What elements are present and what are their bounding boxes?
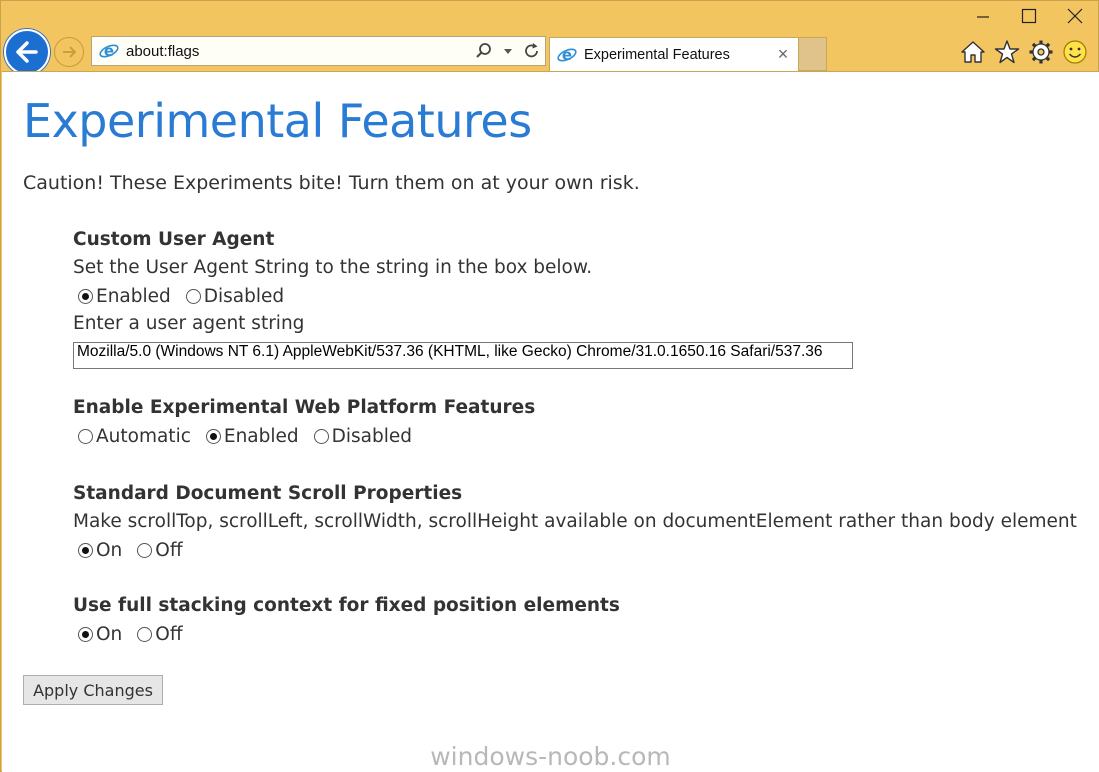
address-bar[interactable]: e about:flags (91, 36, 546, 66)
address-url[interactable]: about:flags (126, 43, 473, 60)
radio-on[interactable]: On (73, 540, 122, 561)
feedback-button[interactable] (1060, 37, 1090, 67)
maximize-icon (1021, 8, 1037, 24)
radio-label: Disabled (203, 285, 285, 307)
new-tab-button[interactable] (799, 37, 827, 71)
radio-disabled[interactable]: Disabled (309, 426, 412, 447)
radio-label: Off (155, 539, 183, 561)
chevron-down-icon (504, 49, 512, 54)
feature-title: Standard Document Scroll Properties (73, 483, 463, 504)
radio-label: Automatic (96, 425, 191, 447)
forward-button[interactable] (54, 37, 84, 67)
radio-off[interactable]: Off (132, 539, 183, 561)
back-button[interactable] (4, 29, 50, 75)
radio-enabled[interactable]: Enabled (201, 426, 299, 447)
feature-experimental-web-platform: Enable Experimental Web Platform Feature… (73, 394, 535, 450)
home-button[interactable] (958, 37, 988, 67)
feature-title: Use full stacking context for fixed posi… (73, 595, 620, 616)
minimize-button[interactable] (960, 1, 1006, 31)
radio-label: Enabled (223, 425, 299, 447)
browser-tools (958, 37, 1090, 67)
home-icon (961, 41, 985, 63)
search-button[interactable] (473, 40, 495, 62)
user-agent-input[interactable]: Mozilla/5.0 (Windows NT 6.1) AppleWebKit… (73, 342, 853, 369)
tab-title: Experimental Features (584, 46, 730, 63)
feature-full-stacking-context: Use full stacking context for fixed posi… (73, 592, 620, 648)
maximize-button[interactable] (1006, 1, 1052, 31)
radio-label: On (96, 623, 123, 645)
radio-button-checked[interactable] (78, 542, 93, 558)
search-icon (476, 43, 491, 58)
radio-group: Enabled Disabled (73, 282, 853, 310)
feature-title: Custom User Agent (73, 229, 275, 250)
svg-text:e: e (104, 42, 114, 60)
radio-button[interactable] (185, 288, 201, 304)
radio-label: Disabled (331, 425, 413, 447)
refresh-button[interactable] (521, 40, 543, 62)
favorites-button[interactable] (992, 37, 1022, 67)
browser-window: e about:flags e Experimental Features × (0, 0, 1099, 772)
forward-arrow-icon (63, 46, 77, 58)
radio-group: On Off (73, 620, 620, 648)
settings-button[interactable] (1026, 37, 1056, 67)
radio-button[interactable] (137, 626, 153, 642)
radio-label: Enabled (96, 285, 171, 307)
window-caption-buttons (960, 1, 1098, 31)
feature-title: Enable Experimental Web Platform Feature… (73, 397, 536, 418)
radio-button[interactable] (78, 428, 93, 444)
page-content: Experimental Features Caution! These Exp… (2, 71, 1099, 772)
radio-enabled[interactable]: Enabled (73, 286, 171, 307)
radio-disabled[interactable]: Disabled (181, 286, 284, 307)
page-title: Experimental Features (23, 94, 532, 148)
radio-button-checked[interactable] (78, 288, 93, 304)
ie-logo-icon: e (557, 46, 577, 64)
gear-icon (1029, 40, 1053, 64)
caution-text: Caution! These Experiments bite! Turn th… (23, 172, 640, 194)
star-icon (994, 40, 1020, 64)
radio-automatic[interactable]: Automatic (73, 426, 191, 447)
radio-label: Off (155, 623, 183, 645)
close-icon (1067, 8, 1083, 24)
tab-experimental-features[interactable]: e Experimental Features × (549, 37, 799, 71)
dropdown-button[interactable] (497, 40, 519, 62)
feature-description: Set the User Agent String to the string … (73, 257, 593, 278)
watermark: windows-noob.com (430, 742, 671, 771)
smiley-icon (1063, 40, 1087, 64)
refresh-icon (525, 43, 538, 58)
radio-group: Automatic Enabled Disabled (73, 422, 535, 450)
svg-text:e: e (562, 46, 572, 64)
feature-custom-user-agent: Custom User Agent Set the User Agent Str… (73, 226, 853, 369)
radio-off[interactable]: Off (132, 623, 183, 645)
feature-description: Make scrollTop, scrollLeft, scrollWidth,… (73, 511, 1077, 532)
radio-on[interactable]: On (73, 624, 122, 645)
radio-label: On (96, 539, 123, 561)
tab-close-button[interactable]: × (772, 44, 794, 65)
radio-button[interactable] (137, 542, 153, 558)
radio-button[interactable] (313, 428, 329, 444)
input-label: Enter a user agent string (73, 313, 305, 334)
feature-document-scroll-properties: Standard Document Scroll Properties Make… (73, 480, 1077, 564)
minimize-icon (977, 16, 989, 18)
radio-group: On Off (73, 536, 1077, 564)
close-window-button[interactable] (1052, 1, 1098, 31)
radio-button-checked[interactable] (205, 428, 221, 444)
back-arrow-icon (16, 41, 38, 63)
radio-button-checked[interactable] (78, 626, 93, 642)
apply-changes-button[interactable]: Apply Changes (23, 675, 163, 705)
ie-logo-icon: e (99, 42, 119, 60)
